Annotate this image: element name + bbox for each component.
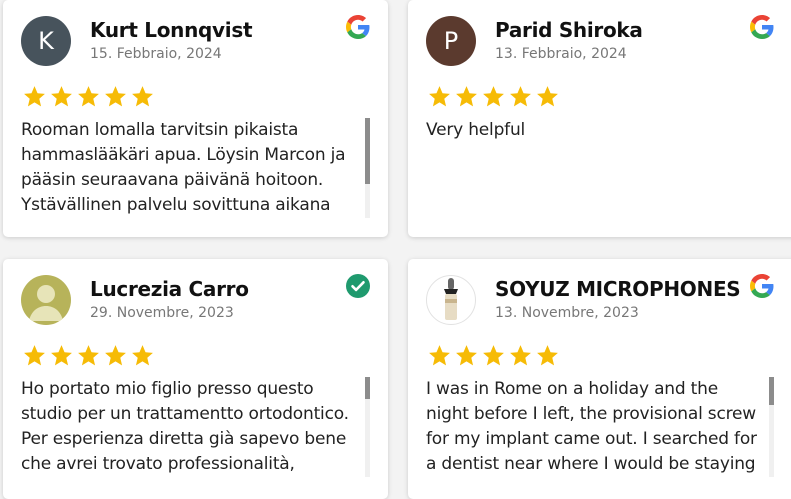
review-scrollbar[interactable] xyxy=(365,377,370,477)
avatar: P xyxy=(426,16,476,66)
avatar-letter: P xyxy=(443,27,459,55)
default-user-icon xyxy=(29,285,63,321)
star-icon xyxy=(51,86,72,107)
review-scrollbar[interactable] xyxy=(769,377,774,477)
review-date: 13. Novembre, 2023 xyxy=(495,305,639,321)
reviewer-name: Parid Shiroka xyxy=(495,18,643,42)
google-icon xyxy=(346,15,370,39)
star-icon xyxy=(429,86,450,107)
star-icon xyxy=(483,86,504,107)
star-icon xyxy=(510,345,531,366)
avatar: K xyxy=(21,16,71,66)
review-card: K Kurt Lonnqvist 15. Febbraio, 2024 Room… xyxy=(3,0,388,237)
review-card: Lucrezia Carro 29. Novembre, 2023 Ho por… xyxy=(3,259,388,499)
star-icon xyxy=(78,345,99,366)
google-icon xyxy=(750,15,774,39)
avatar xyxy=(426,275,476,325)
star-rating xyxy=(21,343,156,368)
verified-check-icon xyxy=(346,274,370,298)
reviewer-name: SOYUZ MICROPHONES xyxy=(495,277,741,301)
star-icon xyxy=(78,86,99,107)
star-icon xyxy=(105,345,126,366)
star-rating xyxy=(21,84,156,109)
scrollbar-thumb[interactable] xyxy=(365,118,370,184)
review-text: Rooman lomalla tarvitsin pikaista hammas… xyxy=(21,120,346,215)
scrollbar-thumb[interactable] xyxy=(365,377,370,399)
reviewer-name: Kurt Lonnqvist xyxy=(90,18,253,42)
star-icon xyxy=(429,345,450,366)
avatar xyxy=(21,275,71,325)
review-card: P Parid Shiroka 13. Febbraio, 2024 Very … xyxy=(408,0,791,237)
review-text: Ho portato mio figlio presso questo stud… xyxy=(21,379,349,474)
star-icon xyxy=(132,86,153,107)
review-text: Very helpful xyxy=(426,120,526,140)
microphone-logo-icon xyxy=(444,278,458,320)
google-icon xyxy=(750,274,774,298)
star-rating xyxy=(426,84,561,109)
star-icon xyxy=(537,345,558,366)
star-icon xyxy=(456,86,477,107)
star-icon xyxy=(483,345,504,366)
star-icon xyxy=(510,86,531,107)
review-date: 13. Febbraio, 2024 xyxy=(495,46,627,62)
review-scrollbar[interactable] xyxy=(365,118,370,218)
star-icon xyxy=(456,345,477,366)
star-icon xyxy=(24,86,45,107)
review-card: SOYUZ MICROPHONES 13. Novembre, 2023 I w… xyxy=(408,259,791,499)
review-date: 15. Febbraio, 2024 xyxy=(90,46,222,62)
avatar-letter: K xyxy=(38,27,54,55)
review-text: I was in Rome on a holiday and the night… xyxy=(426,379,757,474)
star-icon xyxy=(132,345,153,366)
star-icon xyxy=(24,345,45,366)
star-rating xyxy=(426,343,561,368)
reviewer-name: Lucrezia Carro xyxy=(90,277,249,301)
star-icon xyxy=(105,86,126,107)
star-icon xyxy=(537,86,558,107)
star-icon xyxy=(51,345,72,366)
review-date: 29. Novembre, 2023 xyxy=(90,305,234,321)
scrollbar-thumb[interactable] xyxy=(769,377,774,405)
